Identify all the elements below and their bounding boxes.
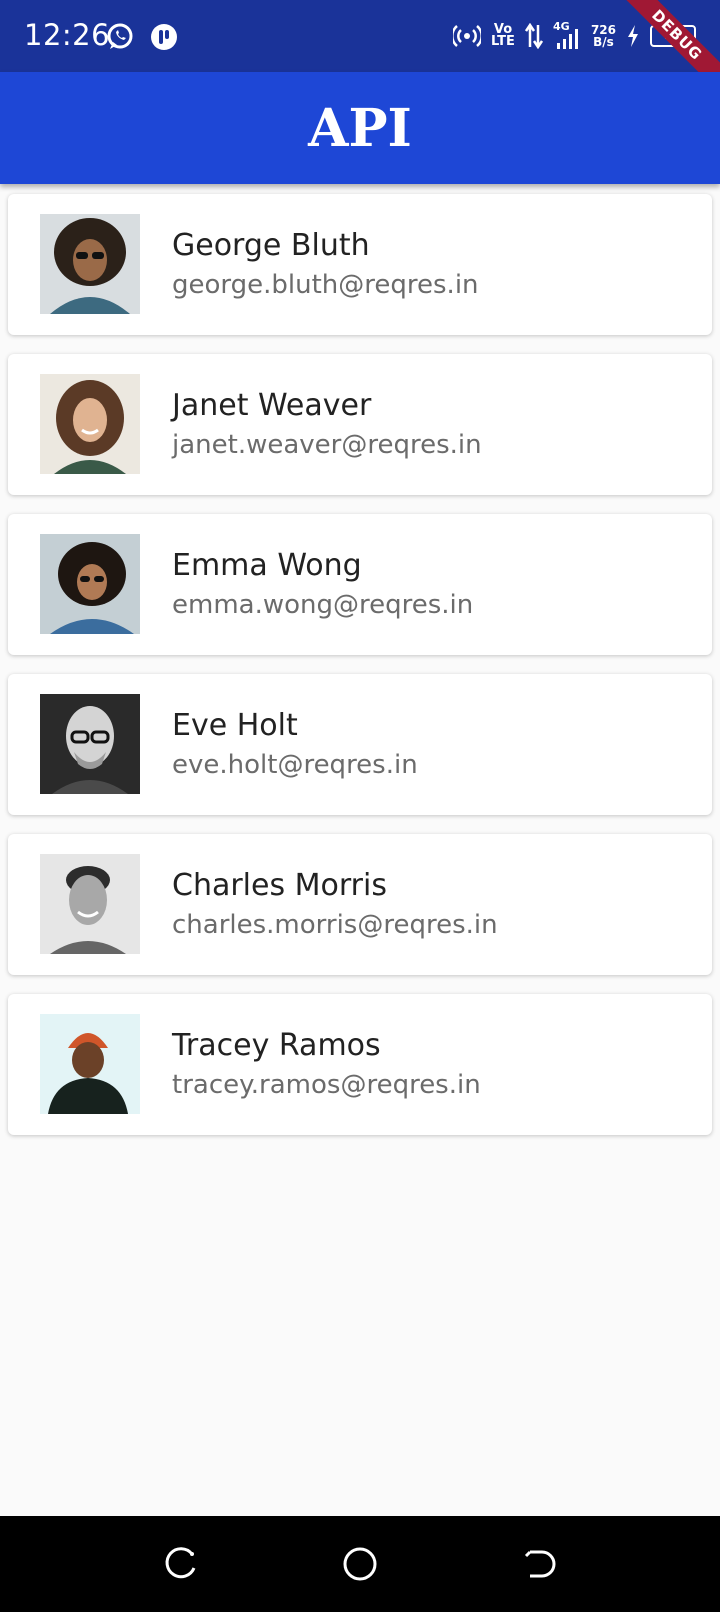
user-name: Janet Weaver	[172, 388, 372, 423]
network-speed: 726 B/s	[590, 23, 616, 49]
user-name: Charles Morris	[172, 868, 387, 903]
avatar	[40, 374, 140, 474]
user-name: Eve Holt	[172, 708, 298, 743]
user-card[interactable]: Janet Weaver janet.weaver@reqres.in	[8, 354, 712, 495]
volte-icon: Vo LTE	[491, 22, 515, 49]
user-card[interactable]: Tracey Ramos tracey.ramos@reqres.in	[8, 994, 712, 1135]
home-icon[interactable]	[340, 1544, 380, 1584]
charles-morris-avatar	[40, 854, 140, 954]
navigation-bar	[0, 1516, 720, 1612]
user-card[interactable]: Eve Holt eve.holt@reqres.in	[8, 674, 712, 815]
avatar	[40, 694, 140, 794]
emma-wong-avatar	[40, 534, 140, 634]
status-bar: 12:26 Vo LTE 4G 726 B/s DEBUG	[0, 0, 720, 103]
user-email: charles.morris@reqres.in	[172, 910, 498, 940]
avatar	[40, 214, 140, 314]
user-email: janet.weaver@reqres.in	[172, 430, 482, 460]
janet-weaver-avatar	[40, 374, 140, 474]
user-name: Emma Wong	[172, 548, 362, 583]
page-title: API	[308, 97, 412, 159]
charging-icon	[628, 25, 638, 47]
user-email: tracey.ramos@reqres.in	[172, 1070, 481, 1100]
avatar	[40, 534, 140, 634]
user-name: George Bluth	[172, 228, 370, 263]
user-email: george.bluth@reqres.in	[172, 270, 479, 300]
user-card[interactable]: Emma Wong emma.wong@reqres.in	[8, 514, 712, 655]
george-bluth-avatar	[40, 214, 140, 314]
avatar	[40, 854, 140, 954]
status-time: 12:26	[24, 18, 111, 52]
user-card[interactable]: Charles Morris charles.morris@reqres.in	[8, 834, 712, 975]
eve-holt-avatar	[40, 694, 140, 794]
hotspot-icon	[453, 25, 482, 47]
back-icon[interactable]	[520, 1544, 560, 1584]
data-arrows-icon	[524, 23, 543, 49]
whatsapp-icon	[107, 23, 133, 49]
user-name: Tracey Ramos	[172, 1028, 381, 1063]
user-email: eve.holt@reqres.in	[172, 750, 418, 780]
user-email: emma.wong@reqres.in	[172, 590, 474, 620]
notification-app-icon	[151, 24, 177, 50]
signal-icon	[556, 29, 578, 49]
tracey-ramos-avatar	[40, 1014, 140, 1114]
app-bar: API	[0, 72, 720, 184]
user-card[interactable]: George Bluth george.bluth@reqres.in	[8, 194, 712, 335]
recent-apps-icon[interactable]	[160, 1544, 200, 1584]
user-list: George Bluth george.bluth@reqres.in Jane…	[8, 194, 712, 1154]
avatar	[40, 1014, 140, 1114]
